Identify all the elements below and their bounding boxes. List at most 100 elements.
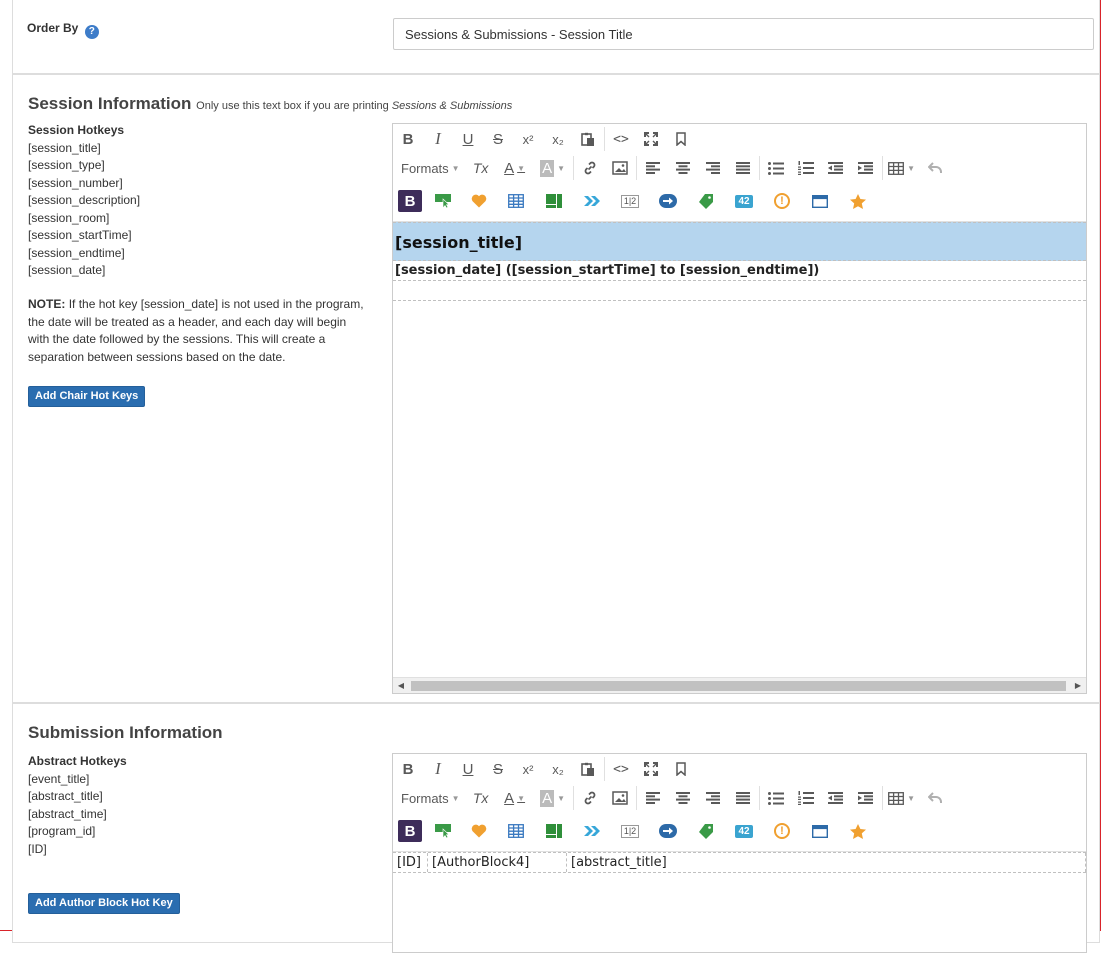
split-numbers-icon[interactable]: 1|2 [611,817,649,845]
split-numbers-label: 1|2 [620,194,640,208]
star-icon[interactable] [839,817,877,845]
align-justify-icon[interactable] [728,154,758,182]
layout-block-icon[interactable] [535,187,573,215]
numbered-list-icon[interactable] [791,784,821,812]
grid-table-icon[interactable] [497,817,535,845]
align-right-icon[interactable] [698,784,728,812]
link-icon[interactable] [575,154,605,182]
pointer-box-icon[interactable] [425,817,461,845]
number-badge-icon[interactable]: 42 [725,187,763,215]
exclamation-circle-icon[interactable]: ! [763,817,801,845]
bullet-list-icon[interactable] [761,784,791,812]
scroll-left-icon[interactable]: ◀ [393,678,409,694]
fullscreen-icon[interactable] [636,125,666,153]
formats-dropdown[interactable]: Formats ▼ [393,784,466,812]
exclamation-circle-icon[interactable]: ! [763,187,801,215]
paste-icon[interactable] [573,755,603,783]
hotkey-item: [session_type] [28,158,105,172]
add-chair-hot-keys-button[interactable]: Add Chair Hot Keys [28,386,146,407]
bullet-list-icon[interactable] [761,154,791,182]
italic-button[interactable]: I [423,755,453,783]
heart-icon[interactable] [461,817,497,845]
help-icon[interactable]: ? [84,25,99,39]
bookmark-icon[interactable] [666,125,696,153]
bold-button[interactable]: B [393,755,423,783]
italic-button[interactable]: I [423,125,453,153]
session-editor-content[interactable]: [session_title] [session_date] ([session… [393,222,1086,301]
background-color-button[interactable]: A ▼ [534,154,572,182]
session-title-block[interactable]: [session_title] [393,222,1086,261]
arrow-circle-right-icon[interactable] [649,817,687,845]
numbered-list-icon[interactable] [791,154,821,182]
order-by-select[interactable]: Sessions & Submissions - Session Title [393,18,1094,50]
font-color-button[interactable]: A ▼ [496,154,534,182]
star-icon[interactable] [839,187,877,215]
layout-block-icon[interactable] [535,817,573,845]
fullscreen-icon[interactable] [636,755,666,783]
bold-button[interactable]: B [393,125,423,153]
pointer-box-icon[interactable] [425,187,461,215]
table-icon[interactable]: ▼ [884,154,920,182]
double-chevron-right-icon[interactable] [573,817,611,845]
add-author-block-hot-key-button[interactable]: Add Author Block Hot Key [28,893,180,914]
formats-dropdown[interactable]: Formats ▼ [393,154,466,182]
indent-icon[interactable] [851,784,881,812]
superscript-button[interactable]: x² [513,755,543,783]
underline-button[interactable]: U [453,125,483,153]
toolbar-separator [635,156,637,180]
bookmark-icon[interactable] [666,755,696,783]
align-right-icon[interactable] [698,154,728,182]
empty-line[interactable] [393,281,1086,301]
link-icon[interactable] [575,784,605,812]
tag-icon[interactable] [687,187,725,215]
source-code-button[interactable]: <> [606,125,636,153]
horizontal-scrollbar[interactable]: ◀ ▶ [393,677,1086,693]
align-center-icon[interactable] [668,784,698,812]
underline-button[interactable]: U [453,755,483,783]
align-left-icon[interactable] [638,784,668,812]
indent-icon[interactable] [851,154,881,182]
bold-block-button[interactable]: B [395,187,425,215]
session-date-line[interactable]: [session_date] ([session_startTime] to [… [393,261,1086,281]
table-icon[interactable]: ▼ [884,784,920,812]
window-panel-icon[interactable] [801,817,839,845]
clear-formatting-button[interactable]: Tx [466,154,496,182]
paste-icon[interactable] [573,125,603,153]
superscript-button[interactable]: x² [513,125,543,153]
heart-icon[interactable] [461,187,497,215]
subscript-button[interactable]: x₂ [543,125,573,153]
align-justify-icon[interactable] [728,784,758,812]
font-color-button[interactable]: A ▼ [496,784,534,812]
undo-icon[interactable] [920,154,950,182]
undo-icon[interactable] [920,784,950,812]
strikethrough-button[interactable]: S [483,755,513,783]
order-by-panel: Order By ? Sessions & Submissions - Sess… [12,0,1100,74]
bold-block-button[interactable]: B [395,817,425,845]
tag-icon[interactable] [687,817,725,845]
subscript-button[interactable]: x₂ [543,755,573,783]
abstract-cell[interactable]: [abstract_title] [567,853,1086,872]
strikethrough-button[interactable]: S [483,125,513,153]
abstract-row[interactable]: [ID] [AuthorBlock4] [abstract_title] [393,852,1086,873]
window-panel-icon[interactable] [801,187,839,215]
number-badge-icon[interactable]: 42 [725,817,763,845]
order-by-label: Order By [27,21,79,35]
source-code-button[interactable]: <> [606,755,636,783]
split-numbers-icon[interactable]: 1|2 [611,187,649,215]
clear-formatting-button[interactable]: Tx [466,784,496,812]
align-center-icon[interactable] [668,154,698,182]
outdent-icon[interactable] [821,154,851,182]
grid-table-icon[interactable] [497,187,535,215]
abstract-cell[interactable]: [ID] [393,853,428,872]
double-chevron-right-icon[interactable] [573,187,611,215]
outdent-icon[interactable] [821,784,851,812]
image-icon[interactable] [605,154,635,182]
arrow-circle-right-icon[interactable] [649,187,687,215]
submission-editor-content[interactable]: [ID] [AuthorBlock4] [abstract_title] [393,852,1086,873]
abstract-cell[interactable]: [AuthorBlock4] [428,853,567,872]
background-color-button[interactable]: A ▼ [534,784,572,812]
scroll-right-icon[interactable]: ▶ [1070,678,1086,694]
scrollbar-thumb[interactable] [411,681,1066,691]
align-left-icon[interactable] [638,154,668,182]
image-icon[interactable] [605,784,635,812]
